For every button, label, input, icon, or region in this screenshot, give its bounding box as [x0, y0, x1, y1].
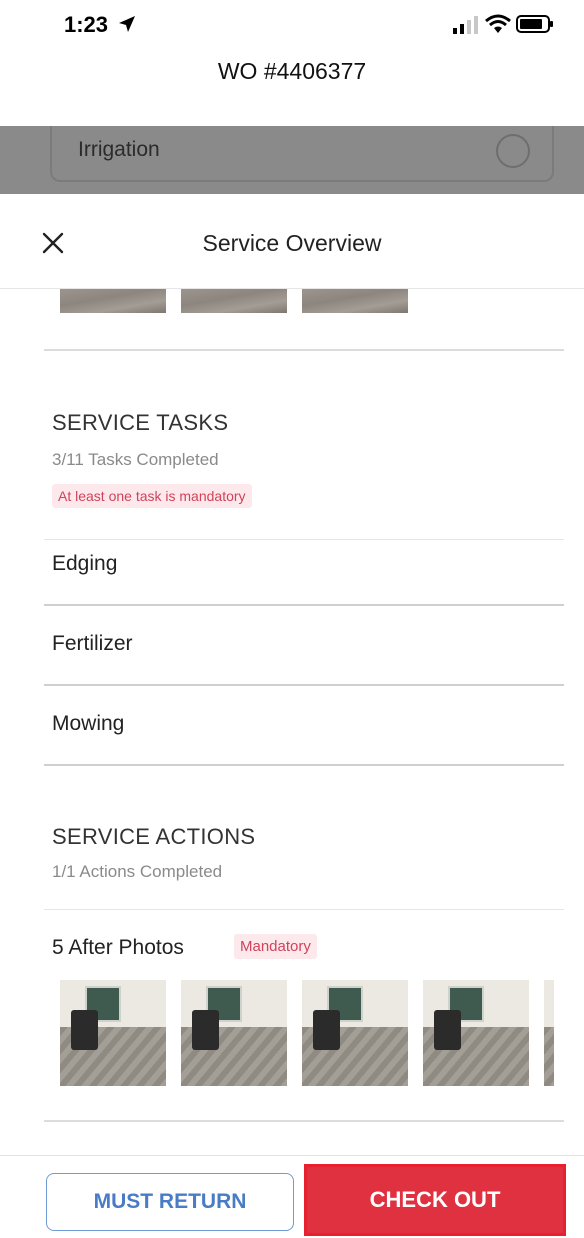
service-overview-sheet: Service Overview SERVICE TASKS 3/11 Task…	[0, 194, 584, 1237]
after-photo-thumbnail[interactable]	[544, 980, 554, 1086]
service-actions-heading: SERVICE ACTIONS	[52, 824, 256, 849]
dimmed-background: Irrigation	[0, 126, 584, 194]
photo-thumbnail[interactable]	[181, 289, 287, 313]
location-arrow-icon	[119, 16, 135, 32]
divider	[44, 909, 564, 910]
after-photo-thumbnail[interactable]	[60, 980, 166, 1086]
mandatory-warning-badge: At least one task is mandatory	[52, 484, 252, 508]
irrigation-card: Irrigation	[50, 126, 554, 182]
wifi-icon	[485, 14, 511, 33]
task-divider	[44, 764, 564, 766]
actions-progress: 1/1 Actions Completed	[52, 862, 223, 881]
after-photo-thumbnail[interactable]	[423, 980, 529, 1086]
task-row-edging[interactable]: Edging	[44, 528, 564, 606]
task-divider	[44, 604, 564, 606]
divider	[44, 349, 564, 351]
task-label: Fertilizer	[52, 632, 133, 655]
photo-thumbnail[interactable]	[60, 289, 166, 313]
after-photo-thumbnail[interactable]	[181, 980, 287, 1086]
task-label: Mowing	[52, 712, 125, 735]
status-bar: 1:23	[0, 0, 584, 52]
work-order-title: WO #4406377	[217, 58, 367, 84]
irrigation-label: Irrigation	[78, 138, 160, 161]
check-out-button[interactable]: CHECK OUT	[304, 1164, 566, 1236]
task-row-fertilizer[interactable]: Fertilizer	[44, 608, 564, 686]
after-photos-label: 5 After Photos	[52, 936, 184, 959]
must-return-button[interactable]: MUST RETURN	[46, 1173, 294, 1231]
service-tasks-heading: SERVICE TASKS	[52, 410, 229, 435]
mandatory-badge: Mandatory	[234, 934, 317, 959]
sheet-title: Service Overview	[202, 230, 382, 256]
after-photo-thumbnail[interactable]	[302, 980, 408, 1086]
bottom-action-bar: MUST RETURN CHECK OUT	[0, 1155, 584, 1238]
divider	[44, 1120, 564, 1122]
photo-thumbnail[interactable]	[302, 289, 408, 313]
tasks-progress: 3/11 Tasks Completed	[52, 450, 219, 469]
status-time: 1:23	[64, 12, 109, 37]
task-label: Edging	[52, 552, 118, 575]
battery-icon	[516, 15, 553, 33]
cellular-signal-icon	[453, 16, 478, 34]
sheet-header: Service Overview	[0, 194, 584, 289]
task-row-mowing[interactable]: Mowing	[44, 688, 564, 766]
task-divider	[44, 684, 564, 686]
irrigation-radio	[496, 134, 530, 168]
